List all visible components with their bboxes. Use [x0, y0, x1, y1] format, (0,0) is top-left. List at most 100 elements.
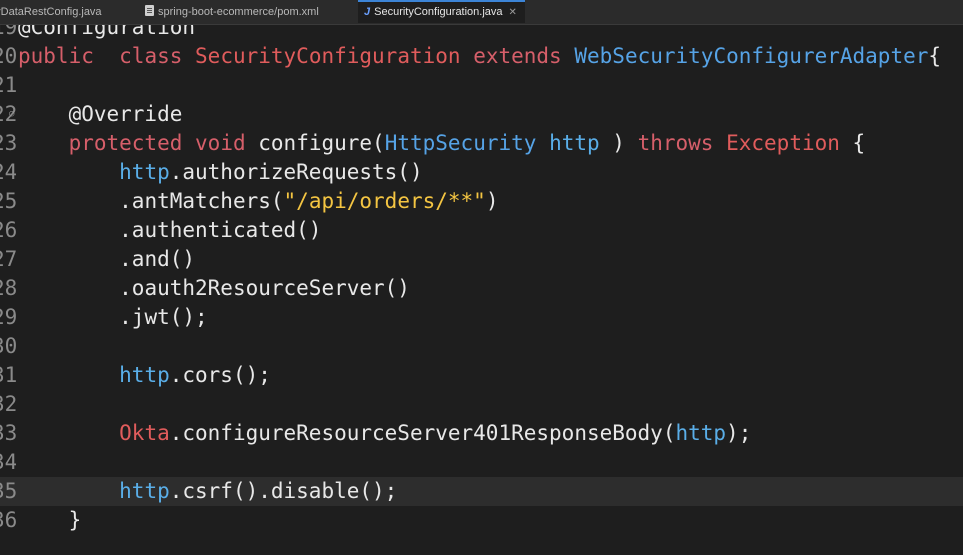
code-text: Okta.configureResourceServer401ResponseB… [18, 419, 751, 448]
code-token: .authenticated() [119, 218, 322, 242]
code-token: Exception [726, 131, 840, 155]
tab-label: MyDataRestConfig.java [0, 6, 102, 18]
code-line[interactable]: 33 Okta.configureResourceServer401Respon… [0, 419, 963, 448]
code-token: .cors(); [169, 363, 271, 387]
code-line[interactable]: 30 [0, 332, 963, 361]
code-text: protected void configure(HttpSecurity ht… [18, 129, 866, 158]
tab-label: SecurityConfiguration.java [374, 6, 503, 18]
code-line[interactable]: 25 .antMatchers("/api/orders/**") [0, 187, 963, 216]
code-token: .authorizeRequests() [169, 160, 423, 184]
code-token: extends [473, 44, 562, 68]
line-number: 35 [0, 479, 16, 503]
code-token: configure( [258, 131, 385, 155]
code-text: http.cors(); [18, 361, 271, 390]
code-line[interactable]: 27 .and() [0, 245, 963, 274]
code-line[interactable]: 22○ @Override [0, 100, 963, 129]
code-token: .jwt(); [119, 305, 208, 329]
code-token: Okta [119, 421, 170, 445]
line-number: 31 [0, 363, 16, 387]
code-line[interactable]: 32 [0, 390, 963, 419]
code-token: http [675, 421, 727, 445]
code-token: HttpSecurity [384, 131, 537, 155]
code-text: .authenticated() [18, 216, 321, 245]
editor-tab-bar: MyDataRestConfig.java spring-boot-ecomme… [0, 0, 963, 25]
code-text: } [18, 506, 82, 535]
code-text: .jwt(); [18, 303, 208, 332]
code-token: .csrf().disable(); [169, 479, 398, 503]
code-token: http [119, 479, 170, 503]
java-file-icon: J [364, 6, 371, 18]
code-token: .oauth2ResourceServer() [119, 276, 410, 300]
code-token: .configureResourceServer401ResponseBody( [169, 421, 676, 445]
fold-marker-icon[interactable]: ○ [9, 100, 14, 129]
tab-mydatarestconfig[interactable]: MyDataRestConfig.java [0, 0, 111, 24]
line-number: 30 [0, 334, 16, 358]
code-text: .antMatchers("/api/orders/**") [18, 187, 498, 216]
code-text: public class SecurityConfiguration exten… [18, 42, 941, 71]
line-number: 20 [0, 44, 16, 68]
line-number: 29 [0, 305, 16, 329]
line-number: 26 [0, 218, 16, 242]
line-number: 19 [0, 25, 16, 39]
code-line[interactable]: 21 [0, 71, 963, 100]
code-line[interactable]: 31 http.cors(); [0, 361, 963, 390]
code-token: @Configuration [18, 25, 196, 39]
code-token: .and() [119, 247, 196, 271]
code-token: SecurityConfiguration [195, 44, 461, 68]
code-line[interactable]: 36 } [0, 506, 963, 535]
line-number: 36 [0, 508, 16, 532]
code-text: .oauth2ResourceServer() [18, 274, 410, 303]
code-token: protected [68, 131, 183, 155]
line-number: 21 [0, 73, 16, 97]
close-icon[interactable]: ✕ [509, 7, 517, 18]
code-line[interactable]: 28 .oauth2ResourceServer() [0, 274, 963, 303]
code-line[interactable]: 24 http.authorizeRequests() [0, 158, 963, 187]
tab-securityconfiguration[interactable]: J SecurityConfiguration.java ✕ [358, 0, 525, 23]
code-token: } [68, 508, 82, 532]
code-line[interactable]: 19@Configuration [0, 25, 963, 42]
code-token: { [928, 44, 942, 68]
code-text: .and() [18, 245, 195, 274]
tab-pom-xml[interactable]: spring-boot-ecommerce/pom.xml [145, 0, 319, 24]
code-text: http.authorizeRequests() [18, 158, 423, 187]
code-token: void [195, 131, 246, 155]
code-token: public [18, 44, 94, 68]
code-token: http [119, 160, 170, 184]
code-line[interactable]: 26 .authenticated() [0, 216, 963, 245]
code-token: .antMatchers( [119, 189, 284, 213]
code-token: { [839, 131, 866, 155]
code-line[interactable]: 35 http.csrf().disable(); [0, 477, 963, 506]
code-token: ) [599, 131, 638, 155]
code-line[interactable]: 23 protected void configure(HttpSecurity… [0, 129, 963, 158]
code-line[interactable]: 34 [0, 448, 963, 477]
code-token: http [119, 363, 170, 387]
code-line[interactable]: 29 .jwt(); [0, 303, 963, 332]
code-text: @Configuration [18, 25, 195, 42]
code-token: WebSecurityConfigurerAdapter [574, 44, 929, 68]
code-line[interactable]: 20public class SecurityConfiguration ext… [0, 42, 963, 71]
code-token: class [119, 44, 183, 68]
code-token: @Override [68, 102, 183, 126]
code-editor[interactable]: 19@Configuration20public class SecurityC… [0, 25, 963, 555]
line-number: 24 [0, 160, 16, 184]
xml-file-icon [145, 5, 154, 16]
code-token: throws [637, 131, 714, 155]
line-number: 23 [0, 131, 16, 155]
